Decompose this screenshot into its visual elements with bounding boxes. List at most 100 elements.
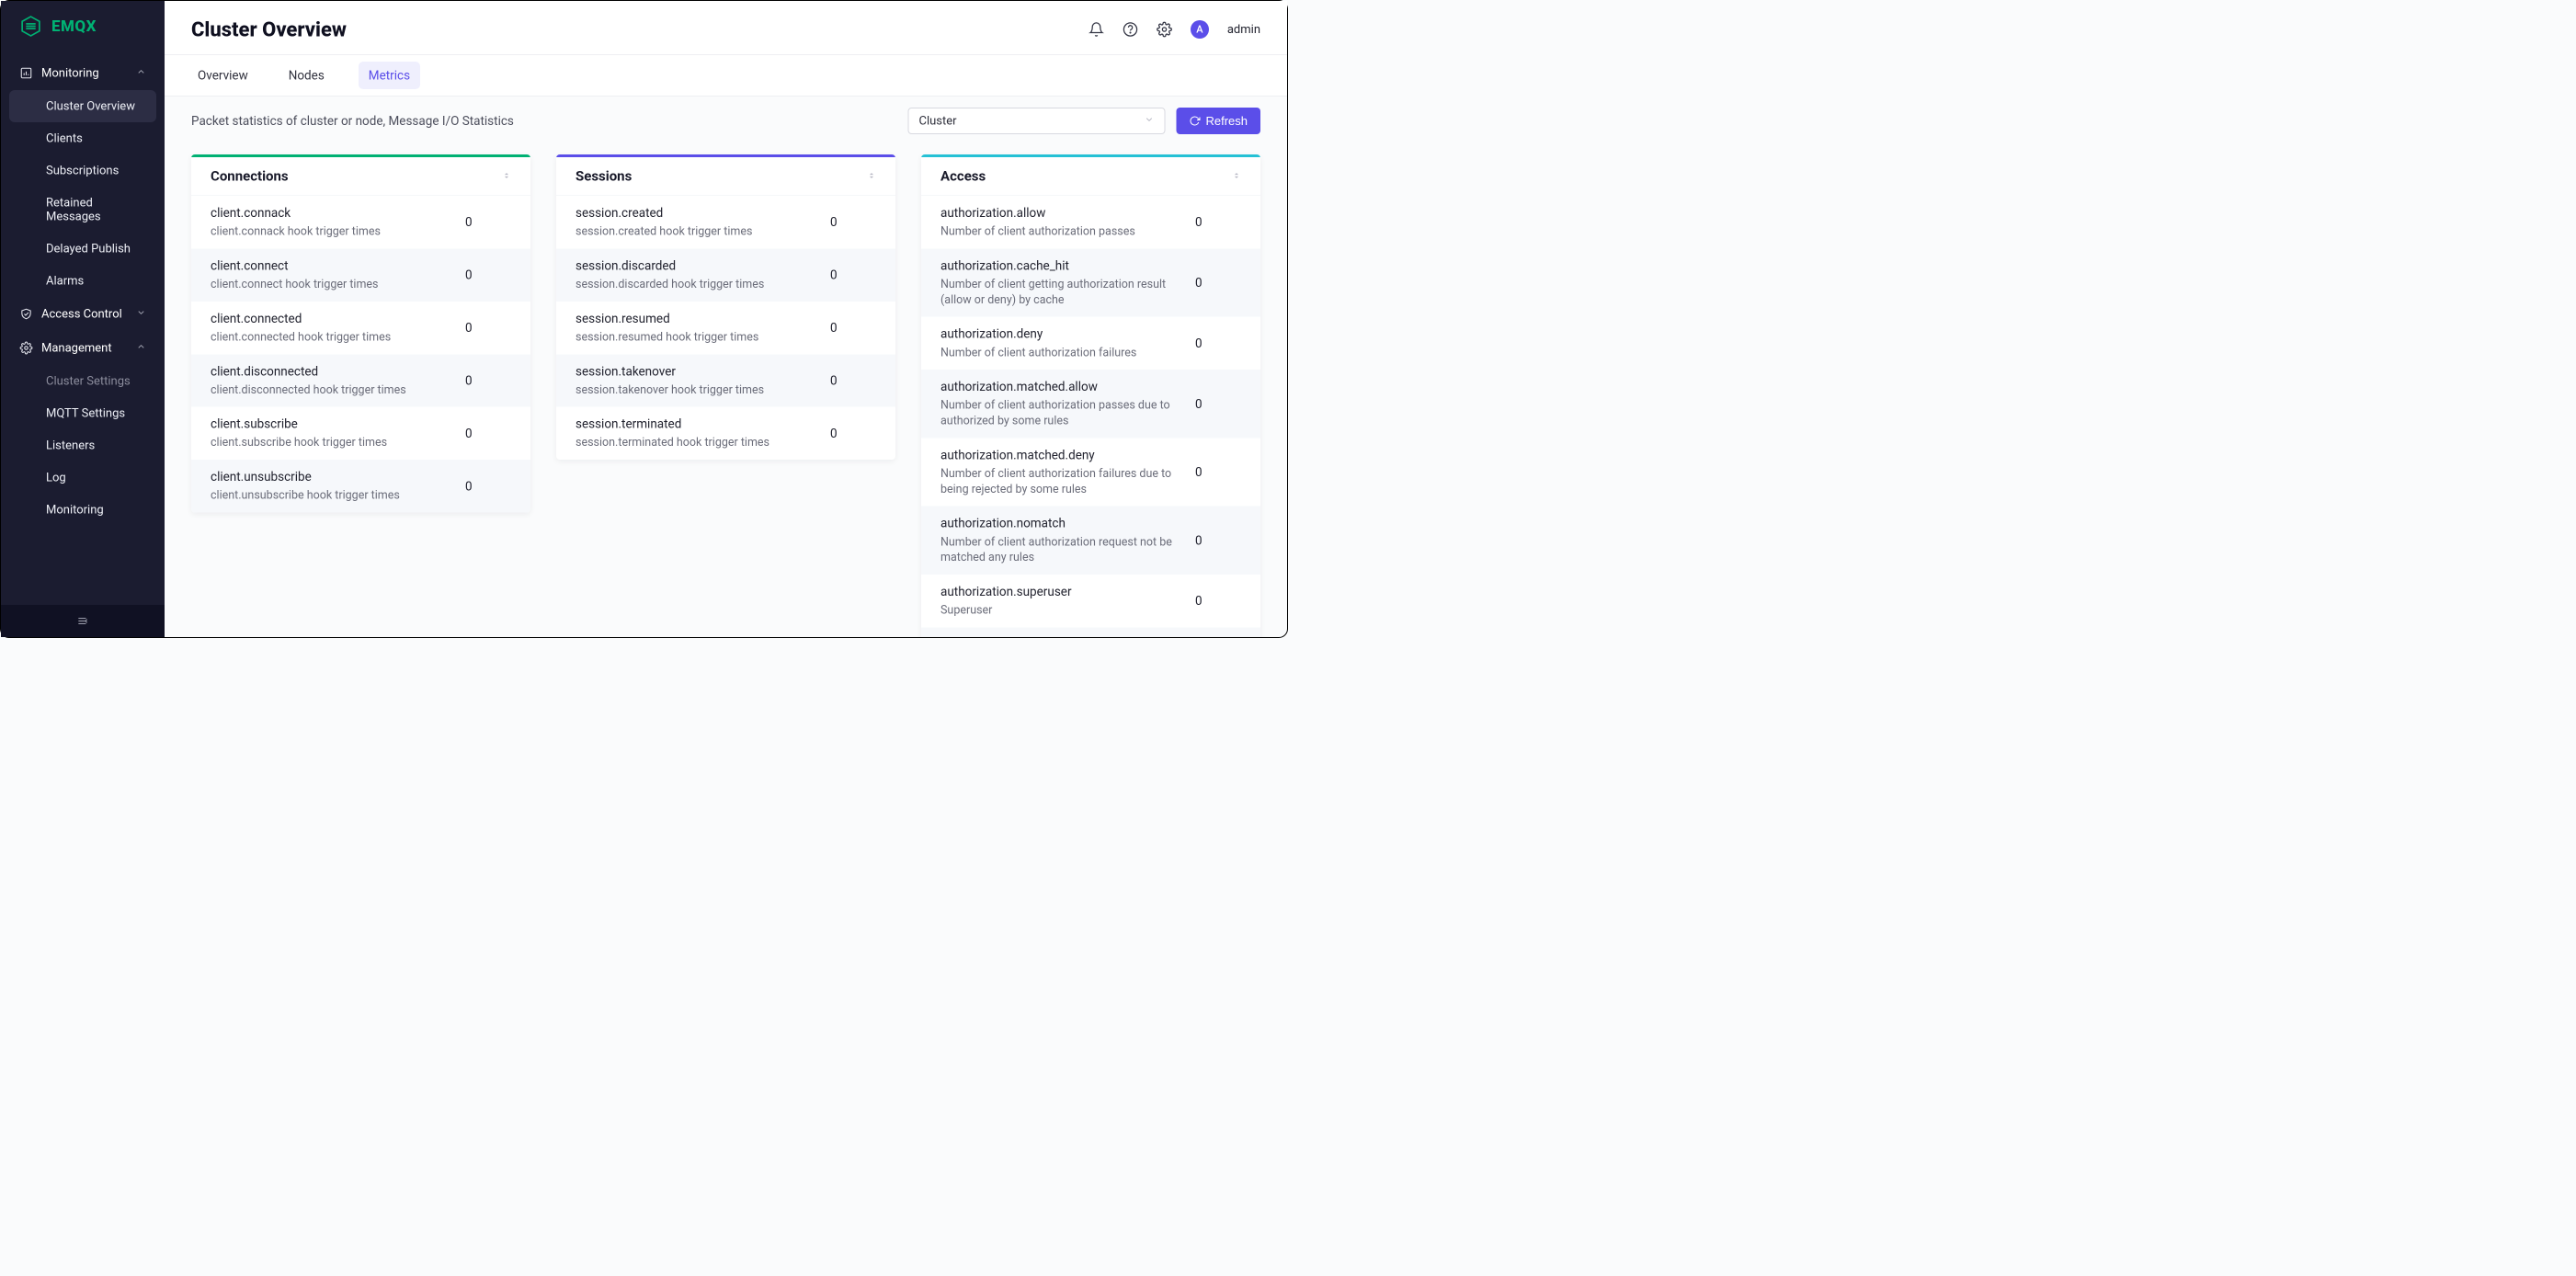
- metric-label: client.disconnected: [211, 363, 465, 380]
- help-icon[interactable]: [1123, 22, 1138, 38]
- sidebar-item[interactable]: Clients: [1, 122, 165, 154]
- card-rows: authorization.allowNumber of client auth…: [921, 196, 1260, 637]
- metric-desc: client.subscribe hook trigger times: [211, 435, 465, 450]
- sidebar-item[interactable]: Cluster Overview: [9, 90, 156, 122]
- sidebar-nav: Monitoring Cluster OverviewClientsSubscr…: [1, 51, 165, 605]
- metric-desc: Number of client authorization request n…: [940, 534, 1195, 565]
- sort-icon[interactable]: [502, 171, 511, 182]
- metric-value: 0: [1195, 533, 1241, 548]
- sidebar-item[interactable]: Cluster Settings: [1, 365, 165, 397]
- scope-select-value: Cluster: [918, 114, 956, 128]
- metric-row: session.discardedsession.discarded hook …: [556, 248, 895, 301]
- card-title: Access: [940, 168, 986, 185]
- metrics-grid: Connections client.connackclient.connack …: [165, 145, 1287, 637]
- metric-label: authorization.matched.deny: [940, 447, 1195, 463]
- metric-value: 0: [465, 479, 511, 494]
- sidebar: EMQX Monitoring Cluster OverviewClientsS…: [1, 1, 165, 637]
- metric-desc: client.connected hook trigger times: [211, 329, 465, 345]
- tab[interactable]: Metrics: [359, 62, 420, 89]
- metric-label: client.unsubscribe: [211, 469, 465, 485]
- metric-value: 0: [465, 268, 511, 282]
- toolbar: Packet statistics of cluster or node, Me…: [165, 97, 1287, 145]
- sidebar-item[interactable]: Subscriptions: [1, 154, 165, 187]
- metric-desc: session.takenover hook trigger times: [576, 382, 830, 398]
- metric-row: authorization.matched.deny Number of clie…: [921, 438, 1260, 506]
- metric-row: client.subscribe client.subscribe hook tr…: [191, 407, 530, 460]
- sidebar-item[interactable]: Monitoring: [1, 494, 165, 526]
- sidebar-item[interactable]: Log: [1, 461, 165, 494]
- metric-label: session.resumed: [576, 311, 830, 327]
- metric-value: 0: [830, 373, 876, 388]
- metric-value: 0: [1195, 396, 1241, 411]
- metric-desc: session.discarded hook trigger times: [576, 277, 830, 292]
- nav-group-monitoring-label: Monitoring: [41, 66, 99, 80]
- nav-group-monitoring[interactable]: Monitoring: [1, 56, 165, 90]
- username[interactable]: admin: [1227, 23, 1260, 37]
- metric-value: 0: [1195, 465, 1241, 480]
- brand: EMQX: [1, 1, 165, 51]
- card-rows: session.createdsession.created hook trig…: [556, 196, 895, 460]
- sort-icon[interactable]: [867, 171, 876, 182]
- sort-icon[interactable]: [1232, 171, 1241, 182]
- metric-desc: Number of client getting authorization r…: [940, 277, 1195, 308]
- metric-label: session.created: [576, 205, 830, 222]
- metric-desc: Number of client authorization failures …: [940, 466, 1195, 497]
- sidebar-item[interactable]: Retained Messages: [1, 187, 165, 233]
- metric-row: authorization.superuserSuperuser0: [921, 575, 1260, 627]
- collapse-sidebar-button[interactable]: [1, 605, 165, 637]
- metric-label: client.connect: [211, 257, 465, 274]
- metric-value: 0: [1195, 276, 1241, 291]
- sidebar-item[interactable]: Listeners: [1, 429, 165, 461]
- metric-row: client.connackclient.connack hook trigge…: [191, 196, 530, 248]
- metric-label: session.terminated: [576, 416, 830, 433]
- dashboard-icon: [19, 66, 33, 80]
- metric-label: authorization.cache_hit: [940, 257, 1195, 274]
- chevron-down-icon: [136, 307, 146, 321]
- metric-row: authorization.nomatch Number of client au…: [921, 507, 1260, 575]
- main: Cluster Overview A admin Overview Nodes Me…: [165, 1, 1287, 637]
- nav-group-management[interactable]: Management: [1, 331, 165, 365]
- metric-label: authorization.nomatch: [940, 516, 1195, 532]
- metric-value: 0: [465, 426, 511, 440]
- metric-desc: client.unsubscribe hook trigger times: [211, 488, 465, 504]
- metric-row: session.terminatedsession.terminated hoo…: [556, 407, 895, 460]
- tab[interactable]: Nodes: [282, 56, 331, 95]
- shield-icon: [19, 307, 33, 321]
- metric-desc: client.connack hook trigger times: [211, 224, 465, 240]
- metric-value: 0: [830, 321, 876, 336]
- sidebar-item[interactable]: Delayed Publish: [1, 233, 165, 265]
- metric-row: session.resumedsession.resumed hook trig…: [556, 302, 895, 354]
- metric-row: authorization.cache_hit Number of client …: [921, 248, 1260, 316]
- tab[interactable]: Overview: [191, 56, 255, 95]
- page-subtitle: Packet statistics of cluster or node, Me…: [191, 114, 514, 129]
- nav-group-access-control[interactable]: Access Control: [1, 297, 165, 331]
- chevron-down-icon: [1144, 114, 1154, 128]
- metric-row: session.createdsession.created hook trig…: [556, 196, 895, 248]
- topbar: Cluster Overview A admin: [165, 1, 1287, 55]
- sidebar-item[interactable]: MQTT Settings: [1, 397, 165, 429]
- card-title: Connections: [211, 168, 289, 185]
- metric-row: client.connectclient.connect hook trigge…: [191, 248, 530, 301]
- nav-group-access-control-label: Access Control: [41, 307, 122, 321]
- brand-text: EMQX: [51, 17, 97, 36]
- avatar[interactable]: A: [1191, 20, 1209, 39]
- metric-label: client.subscribe: [211, 416, 465, 433]
- card-header: Connections: [191, 157, 530, 196]
- refresh-button[interactable]: Refresh: [1176, 108, 1260, 134]
- metric-row: authorization.matched.allowNumber of cli…: [921, 370, 1260, 438]
- gear-icon: [19, 341, 33, 355]
- settings-icon[interactable]: [1157, 22, 1172, 38]
- scope-select[interactable]: Cluster: [907, 108, 1165, 134]
- metric-row: client.disconnectedclient.disconnected h…: [191, 354, 530, 406]
- brand-icon: [19, 15, 42, 38]
- metric-label: authorization.superuser: [940, 584, 1195, 600]
- card-header: Access: [921, 157, 1260, 196]
- metric-row: authorization.allowNumber of client auth…: [921, 196, 1260, 248]
- sidebar-item[interactable]: Alarms: [1, 265, 165, 297]
- metrics-card: Connections client.connackclient.connack …: [191, 154, 530, 513]
- bell-icon[interactable]: [1089, 22, 1104, 38]
- metric-label: client.connected: [211, 311, 465, 327]
- metric-row: session.takenoversession.takenover hook …: [556, 354, 895, 406]
- metric-desc: Superuser: [940, 603, 1195, 619]
- refresh-icon: [1189, 116, 1200, 127]
